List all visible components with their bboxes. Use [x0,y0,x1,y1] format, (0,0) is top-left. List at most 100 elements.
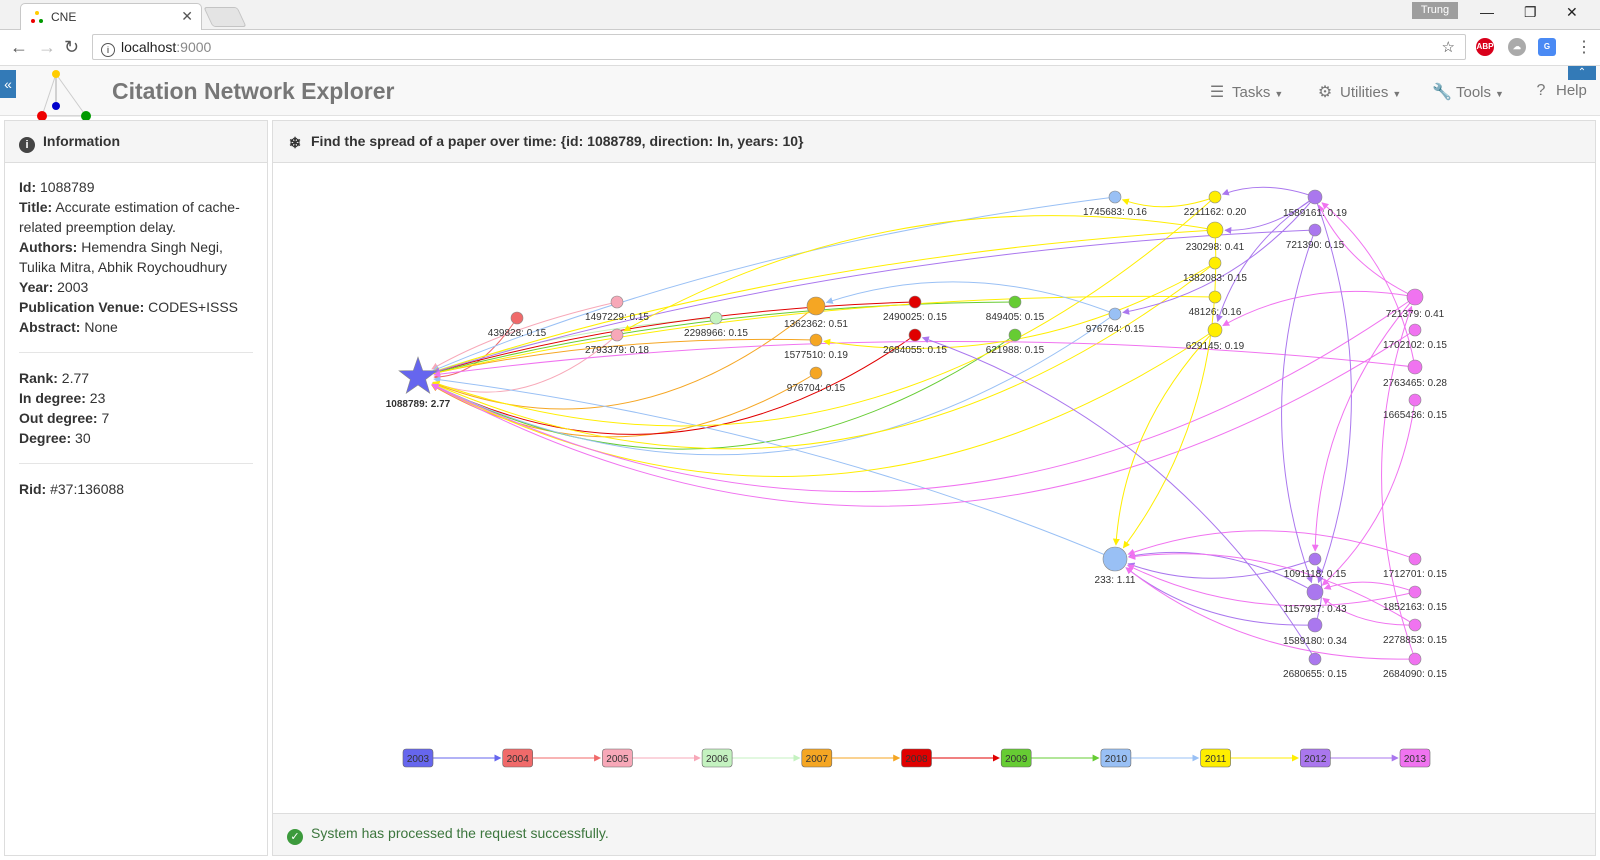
paper-node[interactable]: 1088789: 2.77 [386,356,451,410]
paper-node-circle[interactable] [1307,189,1323,205]
paper-node-circle[interactable] [809,366,823,380]
citation-edge [1127,530,1416,560]
paper-node[interactable]: 2684090: 0.15 [1383,652,1447,680]
bookmark-star-icon[interactable]: ☆ [1442,38,1455,56]
paper-node-circle[interactable] [1406,288,1424,306]
new-tab-button[interactable] [203,7,247,27]
paper-node-circle[interactable] [1408,323,1422,337]
collapse-header-icon[interactable]: ⌃ [1568,66,1596,80]
degree-value: 30 [75,430,91,446]
paper-node[interactable]: 439828: 0.15 [488,311,547,339]
utilities-menu[interactable]: ⚙ Utilities ▼ [1316,82,1401,102]
reload-icon[interactable]: ↻ [64,37,79,58]
paper-node-circle[interactable] [1108,307,1122,321]
paper-node[interactable]: 976764: 0.15 [1086,307,1145,335]
paper-node-circle[interactable] [908,328,922,342]
paper-node-circle[interactable] [510,311,524,325]
paper-node[interactable]: 976704: 0.15 [787,366,846,394]
paper-node-circle[interactable] [1208,190,1222,204]
paper-node-circle[interactable] [809,333,823,347]
paper-node-circle[interactable] [610,295,624,309]
year-label: Year: [19,279,54,295]
paper-node-circle[interactable] [1408,618,1422,632]
paper-node-circle[interactable] [1102,546,1128,572]
paper-node-circle[interactable] [1208,256,1222,270]
paper-node[interactable]: 2278853: 0.15 [1383,618,1447,646]
minimize-icon[interactable]: — [1480,4,1494,20]
paper-node[interactable]: 1362362: 0.51 [784,296,848,330]
forward-icon[interactable]: → [38,37,56,58]
paper-node[interactable]: 2211162: 0.20 [1184,190,1247,218]
paper-node-circle[interactable] [1407,359,1423,375]
paper-node-label: 2793379: 0.18 [585,345,649,356]
paper-node-circle[interactable] [1308,223,1322,237]
paper-node[interactable]: 2490025: 0.15 [883,295,947,323]
adblock-icon[interactable]: ABP [1476,38,1494,56]
paper-node[interactable]: 1665436: 0.15 [1383,393,1447,421]
browser-menu-icon[interactable]: ⋮ [1576,37,1592,57]
paper-node-circle[interactable] [1308,652,1322,666]
tasks-menu[interactable]: ☰ Tasks ▼ [1208,82,1283,102]
root-paper-star[interactable] [398,356,438,394]
status-bar: ✓ System has processed the request succes… [273,813,1595,855]
paper-node[interactable]: 2680655: 0.15 [1283,652,1347,680]
translate-extension-icon[interactable]: G [1538,38,1556,56]
citation-graph[interactable]: 2003 2004 2005 2006 2007 2008 2009 2010 2011 2012… [273,163,1595,813]
citation-edge [431,372,817,438]
tasks-list-icon: ☰ [1209,84,1225,101]
restore-icon[interactable]: ❐ [1524,4,1537,21]
paper-node-circle[interactable] [1206,221,1224,239]
paper-node-circle[interactable] [1408,393,1422,407]
profile-badge[interactable]: Trung [1412,2,1458,19]
paper-node[interactable]: 721390: 0.15 [1286,223,1345,251]
paper-node[interactable]: 1589161: 0.19 [1283,189,1347,219]
citation-edge [1321,399,1416,586]
paper-node-circle[interactable] [1408,652,1422,666]
title-label: Title: [19,199,53,215]
paper-node[interactable]: 849405: 0.15 [986,295,1045,323]
paper-node[interactable]: 1157937: 0.43 [1283,583,1347,615]
paper-node-circle[interactable] [1306,583,1324,601]
paper-node-label: 1157937: 0.43 [1283,604,1347,615]
browser-tab[interactable]: CNE ✕ [20,3,202,30]
paper-node[interactable]: 1577510: 0.19 [784,333,848,361]
paper-node-circle[interactable] [1008,295,1022,309]
cloud-extension-icon[interactable]: ☁ [1508,38,1526,56]
paper-node-label: 976704: 0.15 [787,383,846,394]
collapse-sidebar-icon[interactable]: « [0,70,16,98]
url-input[interactable]: i localhost:9000 ☆ [92,34,1466,60]
paper-node[interactable]: 629145: 0.19 [1186,322,1245,352]
paper-node-label: 1088789: 2.77 [386,399,451,410]
out-degree-value: 7 [101,410,110,426]
paper-node-circle[interactable] [709,311,723,325]
help-menu[interactable]: ? Help [1532,82,1587,100]
paper-node-circle[interactable] [1208,290,1222,304]
paper-node-circle[interactable] [1408,552,1422,566]
paper-node-circle[interactable] [1308,552,1322,566]
paper-node[interactable]: 2684055: 0.15 [883,328,947,356]
paper-node[interactable]: 48126: 0.16 [1189,290,1242,318]
paper-node[interactable]: 1712701: 0.15 [1383,552,1447,580]
paper-node[interactable]: 2298966: 0.15 [684,311,748,339]
back-icon[interactable]: ← [10,37,28,58]
paper-node-circle[interactable] [806,296,826,316]
paper-node-circle[interactable] [1008,328,1022,342]
paper-node-circle[interactable] [1207,322,1223,338]
paper-node-circle[interactable] [1307,617,1323,633]
close-tab-icon[interactable]: ✕ [181,8,193,25]
paper-node[interactable]: 1702102: 0.15 [1383,323,1447,351]
paper-node-circle[interactable] [610,328,624,342]
paper-node-circle[interactable] [1108,190,1122,204]
paper-node-circle[interactable] [1408,585,1422,599]
tools-menu[interactable]: 🔧 Tools ▼ [1432,82,1504,102]
site-info-icon[interactable]: i [101,43,115,57]
paper-node[interactable]: 1497229: 0.15 [585,295,649,323]
paper-node-circle[interactable] [908,295,922,309]
paper-node-label: 1589161: 0.19 [1283,208,1347,219]
paper-node[interactable]: 2793379: 0.18 [585,328,649,356]
paper-node[interactable]: 1589180: 0.34 [1283,617,1347,647]
paper-node[interactable]: 1852163: 0.15 [1383,585,1447,613]
citation-edge [1121,196,1216,208]
window-close-icon[interactable]: ✕ [1566,4,1578,21]
paper-node-label: 233: 1.11 [1095,575,1136,586]
